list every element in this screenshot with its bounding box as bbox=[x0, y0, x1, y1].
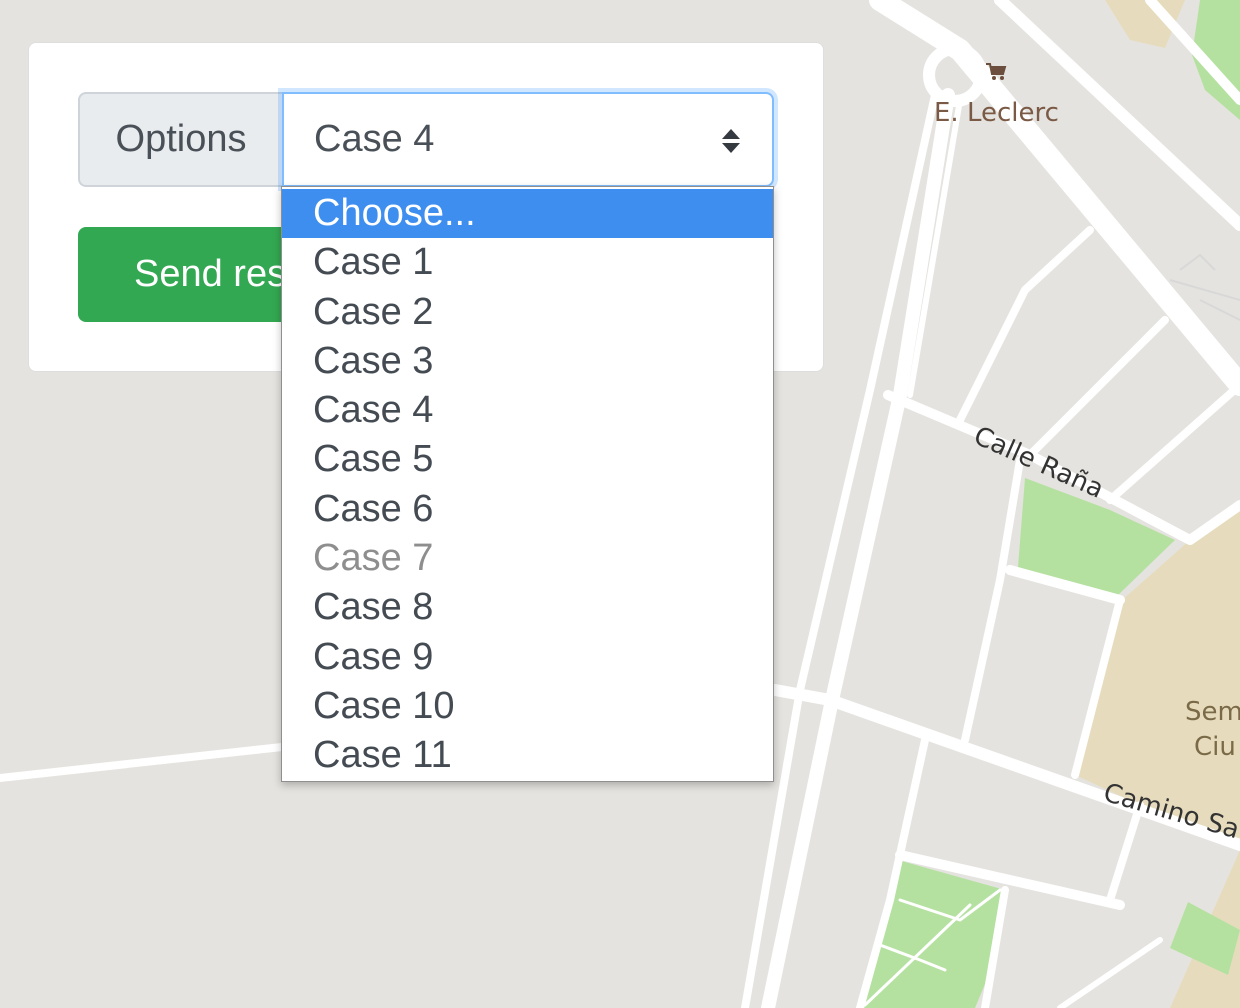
option-case-4[interactable]: Case 4 bbox=[282, 386, 773, 435]
option-case-6[interactable]: Case 6 bbox=[282, 485, 773, 534]
option-case-2[interactable]: Case 2 bbox=[282, 288, 773, 337]
option-case-11[interactable]: Case 11 bbox=[282, 731, 773, 780]
area-label: Ciu bbox=[1194, 732, 1236, 762]
select-value: Case 4 bbox=[314, 118, 435, 160]
option-case-3[interactable]: Case 3 bbox=[282, 337, 773, 386]
roundabout-center bbox=[948, 68, 962, 82]
poi-label: E. Leclerc bbox=[934, 98, 1059, 128]
area-label: Sem bbox=[1185, 697, 1240, 727]
option-choose[interactable]: Choose... bbox=[282, 189, 773, 239]
options-input-group: Options Case 4 bbox=[78, 92, 774, 187]
option-case-9[interactable]: Case 9 bbox=[282, 633, 773, 682]
options-select[interactable]: Case 4 bbox=[282, 92, 774, 187]
option-case-8[interactable]: Case 8 bbox=[282, 583, 773, 632]
option-case-7: Case 7 bbox=[313, 537, 434, 580]
options-dropdown-list[interactable]: Choose... Case 1 Case 2 Case 3 Case 4 Ca… bbox=[281, 186, 774, 782]
select-arrows-icon bbox=[722, 129, 740, 153]
option-case-10[interactable]: Case 10 bbox=[282, 682, 773, 731]
send-button-label: Send res bbox=[134, 253, 287, 295]
options-label: Options bbox=[78, 92, 282, 187]
option-case-1[interactable]: Case 1 bbox=[282, 238, 773, 287]
option-case-5[interactable]: Case 5 bbox=[282, 435, 773, 484]
